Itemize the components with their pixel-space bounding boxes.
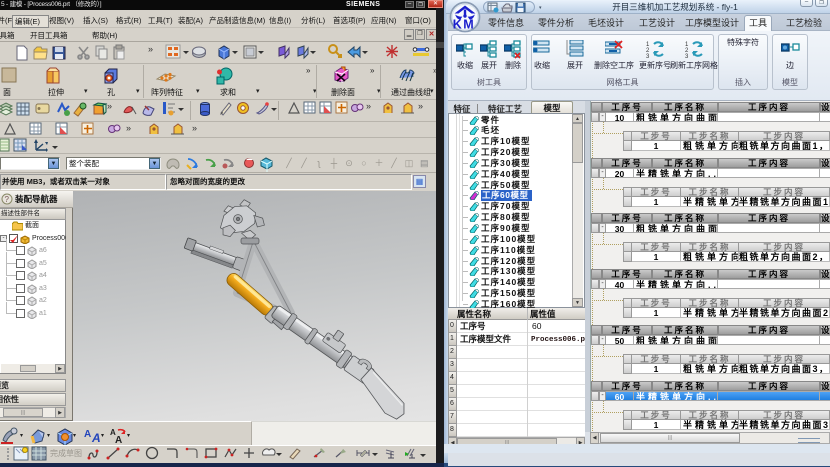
- svg-text:»: »: [126, 123, 131, 133]
- svg-text:»: »: [192, 123, 197, 133]
- svg-text:»: »: [418, 101, 423, 111]
- svg-text:M: M: [463, 18, 473, 32]
- svg-text:»: »: [107, 101, 112, 111]
- svg-text:»: »: [148, 44, 153, 54]
- svg-text:?: ?: [5, 195, 10, 204]
- svg-text:A: A: [91, 431, 101, 445]
- svg-text:3: 3: [685, 54, 689, 59]
- svg-text:K: K: [453, 18, 462, 32]
- svg-text:3: 3: [646, 54, 650, 59]
- svg-text:A: A: [84, 429, 91, 440]
- svg-text:»: »: [366, 101, 371, 111]
